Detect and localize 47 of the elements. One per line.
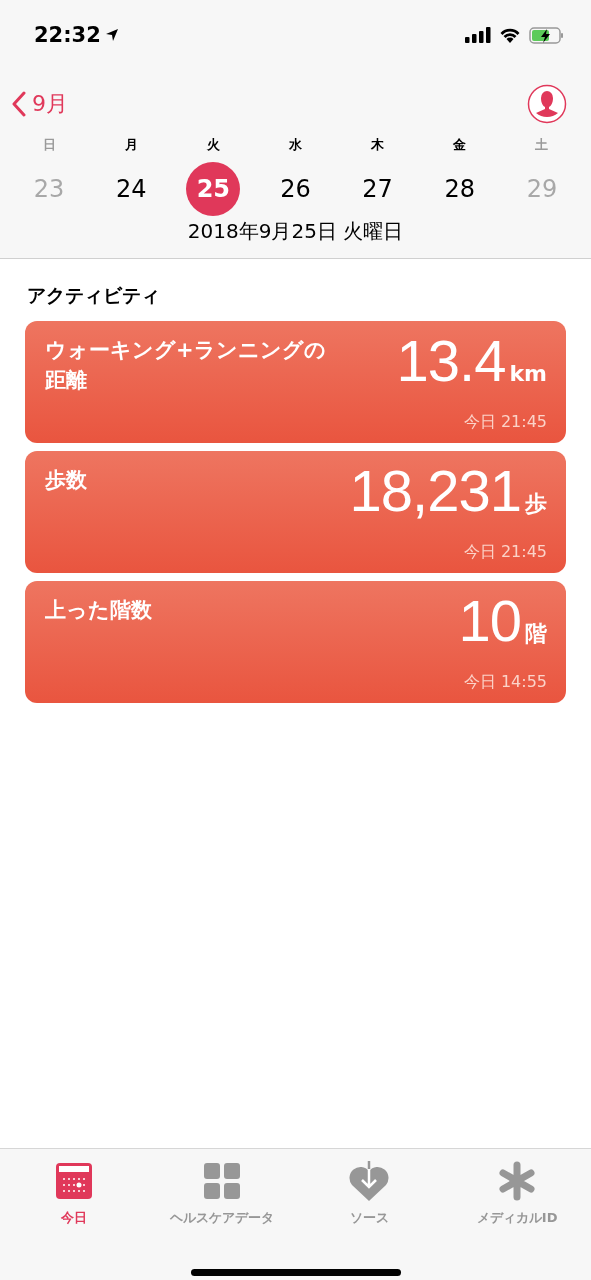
card-title: ウォーキング+ランニングの距離: [45, 337, 327, 394]
metric-value: 10: [458, 591, 521, 651]
heart-download-icon: [348, 1161, 391, 1201]
selected-date: 2018年9月25日 火曜日: [186, 218, 405, 245]
calendar-day[interactable]: 28: [432, 162, 487, 216]
weekday-label: 水: [289, 136, 302, 154]
calendar-day[interactable]: 25: [186, 162, 241, 216]
weekday-label: 月: [124, 136, 138, 154]
calendar-day[interactable]: 23: [22, 162, 77, 216]
calendar-day[interactable]: 29: [514, 162, 569, 216]
metric-value: 13.4: [396, 331, 506, 391]
metric-value: 18,231: [349, 461, 521, 521]
card-title: 上った階数: [45, 597, 153, 624]
back-button[interactable]: 9月: [12, 89, 68, 119]
wifi-icon: [499, 27, 521, 43]
timestamp: 今日 21:45: [462, 412, 547, 433]
tab-bar-item[interactable]: ソース: [348, 1157, 391, 1231]
tab-bar-item[interactable]: 今日: [54, 1157, 93, 1231]
weekday-label: 土: [535, 136, 549, 154]
location-arrow-icon: [104, 28, 119, 42]
weekday-label: 火: [206, 136, 220, 154]
activity-card[interactable]: 歩数 18,231 歩 今日 21:45: [25, 451, 566, 573]
calendar-day[interactable]: 27: [350, 162, 405, 216]
calendar-icon: [54, 1162, 93, 1200]
profile-avatar-icon[interactable]: [527, 84, 567, 124]
metric-unit: km: [509, 360, 547, 388]
asterisk-icon: [498, 1161, 537, 1201]
tab-bar-item[interactable]: ヘルスケアデータ: [169, 1157, 274, 1231]
timestamp: 今日 21:45: [462, 542, 547, 563]
weekday-label: 日: [42, 136, 56, 154]
timestamp: 今日 14:55: [462, 672, 547, 693]
activity-card[interactable]: 上った階数 10 階 今日 14:55: [25, 581, 566, 703]
card-title: 歩数: [45, 467, 88, 494]
metric-unit: 歩: [525, 490, 547, 518]
battery-charging-icon: [529, 26, 565, 44]
signal-icon: [465, 27, 491, 43]
tab-bar-item[interactable]: メディカルID: [476, 1157, 558, 1231]
weekday-label: 金: [453, 136, 467, 154]
chevron-left-icon: [12, 91, 26, 117]
calendar-day[interactable]: 26: [268, 162, 323, 216]
weekday-label: 木: [371, 136, 385, 154]
section-title: アクティビティ: [27, 283, 161, 308]
clock-time: 22:32: [34, 23, 101, 47]
calendar-day[interactable]: 24: [104, 162, 159, 216]
grid-icon: [203, 1163, 240, 1199]
activity-card[interactable]: ウォーキング+ランニングの距離 13.4 km 今日 21:45: [25, 321, 566, 443]
metric-unit: 階: [525, 620, 547, 648]
